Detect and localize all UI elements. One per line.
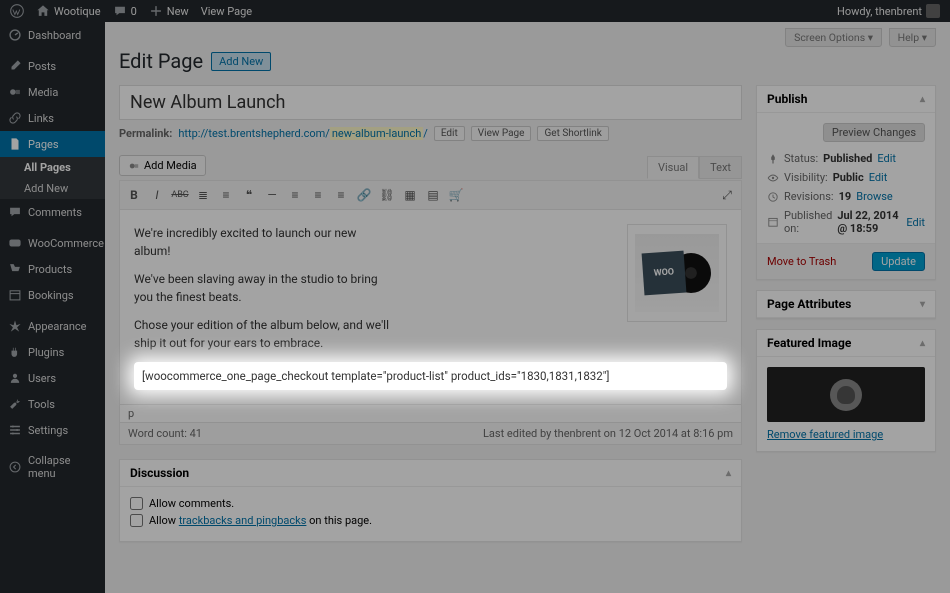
sidebar-item-media[interactable]: Media bbox=[0, 79, 105, 105]
permalink-row: Permalink: http://test.brentshepherd.com… bbox=[119, 126, 742, 141]
post-title-input[interactable] bbox=[119, 85, 742, 120]
toolbar-ol-icon[interactable]: ≡ bbox=[216, 185, 236, 205]
sidebar-item-appearance[interactable]: Appearance bbox=[0, 313, 105, 339]
shortcode-text: [woocommerce_one_page_checkout template=… bbox=[134, 362, 727, 390]
editor-path: p bbox=[119, 405, 742, 423]
word-count: Word count: 41 bbox=[128, 427, 202, 440]
admin-sidebar: Dashboard Posts Media Links Pages All Pa… bbox=[0, 22, 105, 593]
toggle-icon[interactable]: ▴ bbox=[920, 338, 925, 349]
wp-logo-icon[interactable] bbox=[10, 4, 24, 18]
revisions-icon bbox=[767, 191, 779, 203]
edit-date-link[interactable]: Edit bbox=[906, 216, 925, 229]
sidebar-sub-all-pages[interactable]: All Pages bbox=[0, 157, 105, 178]
preview-changes-button[interactable]: Preview Changes bbox=[823, 123, 925, 142]
editor-toolbar: B I ABC ≣ ≡ ❝ ― ≡ ≡ ≡ 🔗 ⛓ ▦ ▤ 🛒 ⤢ bbox=[119, 180, 742, 209]
howdy-account[interactable]: Howdy, thenbrent bbox=[837, 4, 940, 18]
permalink-link[interactable]: http://test.brentshepherd.com/new-album-… bbox=[178, 127, 427, 140]
view-page-link[interactable]: View Page bbox=[201, 5, 252, 18]
toolbar-hr-icon[interactable]: ― bbox=[262, 185, 282, 205]
featured-image-heading[interactable]: Featured Image▴ bbox=[757, 330, 935, 357]
sidebar-item-bookings[interactable]: Bookings bbox=[0, 282, 105, 308]
toolbar-align-center-icon[interactable]: ≡ bbox=[308, 185, 328, 205]
new-content-link[interactable]: New bbox=[149, 4, 189, 18]
page-title: Edit Page bbox=[119, 49, 203, 73]
toolbar-bold-icon[interactable]: B bbox=[124, 185, 144, 205]
sidebar-item-links[interactable]: Links bbox=[0, 105, 105, 131]
sidebar-item-plugins[interactable]: Plugins bbox=[0, 339, 105, 365]
editor-paragraph: We've been slaving away in the studio to… bbox=[134, 270, 394, 306]
toolbar-italic-icon[interactable]: I bbox=[147, 185, 167, 205]
last-edited: Last edited by thenbrent on 12 Oct 2014 … bbox=[483, 427, 733, 440]
album-image[interactable]: WOO bbox=[627, 224, 727, 322]
sidebar-item-posts[interactable]: Posts bbox=[0, 53, 105, 79]
sidebar-collapse[interactable]: Collapse menu bbox=[0, 448, 105, 486]
sidebar-item-products[interactable]: Products bbox=[0, 256, 105, 282]
toolbar-toggle-icon[interactable]: ▤ bbox=[423, 185, 443, 205]
site-name-link[interactable]: Wootique bbox=[36, 4, 101, 18]
remove-featured-image-link[interactable]: Remove featured image bbox=[767, 428, 883, 441]
visibility-icon bbox=[767, 172, 779, 184]
toolbar-fullscreen-icon[interactable]: ⤢ bbox=[717, 185, 737, 205]
add-new-button[interactable]: Add New bbox=[211, 52, 271, 71]
publish-heading[interactable]: Publish▴ bbox=[757, 86, 935, 113]
sidebar-item-users[interactable]: Users bbox=[0, 365, 105, 391]
toggle-icon[interactable]: ▴ bbox=[920, 94, 925, 105]
discussion-heading[interactable]: Discussion▴ bbox=[120, 460, 741, 487]
allow-trackbacks-checkbox[interactable] bbox=[130, 514, 143, 527]
toolbar-unlink-icon[interactable]: ⛓ bbox=[377, 185, 397, 205]
permalink-edit-button[interactable]: Edit bbox=[434, 126, 465, 141]
toolbar-align-left-icon[interactable]: ≡ bbox=[285, 185, 305, 205]
sidebar-sub-add-new[interactable]: Add New bbox=[0, 178, 105, 199]
move-to-trash-link[interactable]: Move to Trash bbox=[767, 255, 836, 268]
sidebar-item-woocommerce[interactable]: WooCommerce bbox=[0, 230, 105, 256]
trackbacks-link[interactable]: trackbacks and pingbacks bbox=[179, 514, 307, 527]
sidebar-item-pages[interactable]: Pages bbox=[0, 131, 105, 157]
avatar bbox=[926, 4, 940, 18]
editor-visual-tab[interactable]: Visual bbox=[647, 156, 699, 179]
toolbar-link-icon[interactable]: 🔗 bbox=[354, 185, 374, 205]
permalink-view-button[interactable]: View Page bbox=[471, 126, 532, 141]
toolbar-more-icon[interactable]: ▦ bbox=[400, 185, 420, 205]
editor-text-tab[interactable]: Text bbox=[699, 156, 742, 179]
sidebar-item-settings[interactable]: Settings bbox=[0, 417, 105, 443]
update-button[interactable]: Update bbox=[872, 252, 925, 271]
sidebar-item-comments[interactable]: Comments bbox=[0, 199, 105, 225]
featured-image-thumb[interactable] bbox=[767, 367, 925, 422]
screen-options-button[interactable]: Screen Options ▾ bbox=[785, 28, 882, 47]
editor-paragraph: Chose your edition of the album below, a… bbox=[134, 316, 394, 352]
allow-comments-checkbox[interactable] bbox=[130, 497, 143, 510]
permalink-shortlink-button[interactable]: Get Shortlink bbox=[537, 126, 608, 141]
toolbar-strike-icon[interactable]: ABC bbox=[170, 185, 190, 205]
sleeve-badge: WOO bbox=[642, 251, 687, 296]
calendar-icon bbox=[767, 216, 779, 228]
toggle-icon[interactable]: ▾ bbox=[920, 299, 925, 310]
editor-paragraph: We're incredibly excited to launch our n… bbox=[134, 224, 394, 260]
allow-comments-label: Allow comments. bbox=[149, 497, 234, 510]
toolbar-align-right-icon[interactable]: ≡ bbox=[331, 185, 351, 205]
add-media-button[interactable]: Add Media bbox=[119, 155, 206, 176]
sidebar-item-dashboard[interactable]: Dashboard bbox=[0, 22, 105, 48]
editor-content[interactable]: WOO We're incredibly excited to launch o… bbox=[119, 209, 742, 405]
toggle-icon[interactable]: ▴ bbox=[726, 468, 731, 479]
toolbar-ul-icon[interactable]: ≣ bbox=[193, 185, 213, 205]
help-button[interactable]: Help ▾ bbox=[889, 28, 936, 47]
pin-icon bbox=[767, 153, 779, 165]
main-content: Screen Options ▾ Help ▾ Edit Page Add Ne… bbox=[105, 22, 950, 593]
admin-bar: Wootique 0 New View Page Howdy, thenbren… bbox=[0, 0, 950, 22]
browse-revisions-link[interactable]: Browse bbox=[856, 190, 893, 203]
sidebar-item-tools[interactable]: Tools bbox=[0, 391, 105, 417]
toolbar-quote-icon[interactable]: ❝ bbox=[239, 185, 259, 205]
page-attributes-heading[interactable]: Page Attributes▾ bbox=[757, 291, 935, 318]
toolbar-cart-icon[interactable]: 🛒 bbox=[446, 185, 466, 205]
comments-bubble[interactable]: 0 bbox=[113, 4, 137, 18]
edit-visibility-link[interactable]: Edit bbox=[869, 171, 888, 184]
edit-status-link[interactable]: Edit bbox=[877, 152, 896, 165]
